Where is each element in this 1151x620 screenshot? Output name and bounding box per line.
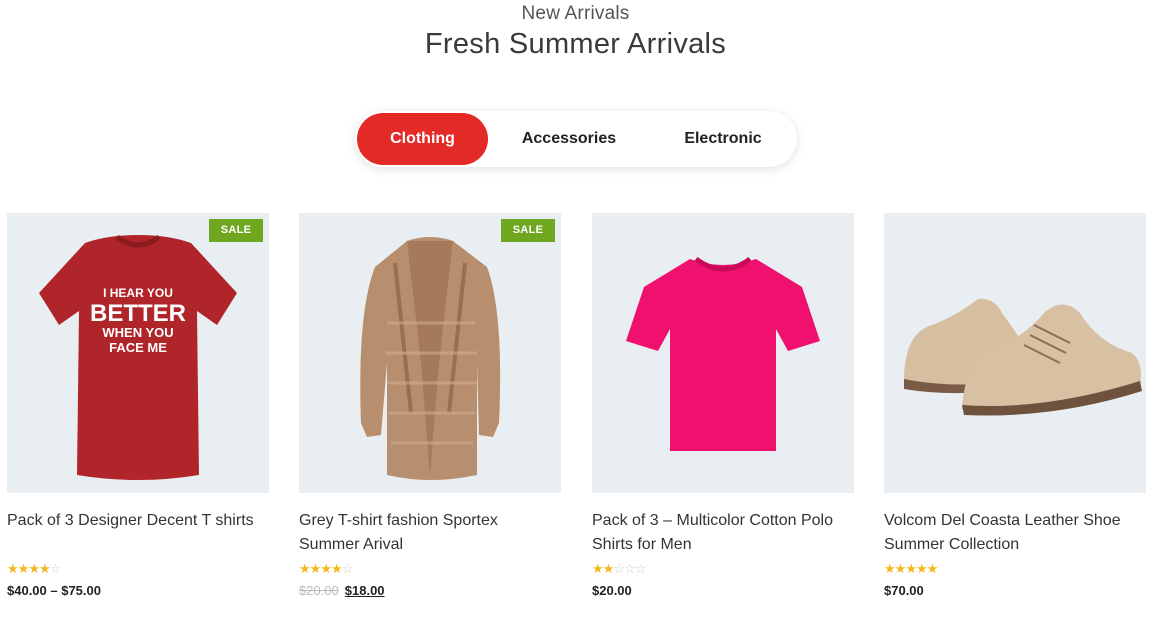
star-filled-icon: ★ [299,561,311,576]
star-filled-icon: ★ [28,561,40,576]
tshirt-print-line-4: FACE ME [109,340,167,355]
star-filled-icon: ★ [894,561,907,576]
star-filled-icon: ★ [320,561,332,576]
product-title[interactable]: Grey T-shirt fashion Sportex Summer Ariv… [299,509,561,557]
product-title[interactable]: Volcom Del Coasta Leather Shoe Summer Co… [884,509,1146,557]
rating-stars: ★★★★☆ [299,562,561,575]
product-price: $40.00 – $75.00 [7,583,101,598]
star-empty-icon: ☆ [623,561,636,576]
tshirt-print-line-3: WHEN YOU [102,325,173,340]
product-card[interactable]: I HEAR YOU BETTER WHEN YOU FACE ME SALE … [7,213,269,598]
star-filled-icon: ★ [915,561,928,576]
original-price: $20.00 [299,583,339,598]
star-filled-icon: ★ [905,561,917,576]
tab-accessories[interactable]: Accessories [503,113,635,165]
rating-stars: ★★★★★ [884,562,1146,575]
star-filled-icon: ★ [330,561,343,576]
product-card[interactable]: Pack of 3 – Multicolor Cotton Polo Shirt… [592,213,854,598]
product-card[interactable]: Volcom Del Coasta Leather Shoe Summer Co… [884,213,1146,598]
product-price: $20.00 $18.00 [299,583,561,598]
tshirt-print-line-1: I HEAR YOU [103,286,173,300]
product-image[interactable]: I HEAR YOU BETTER WHEN YOU FACE ME SALE [7,213,269,493]
star-filled-icon: ★ [38,561,51,576]
category-tabs: Clothing Accessories Electronic [355,111,797,167]
star-filled-icon: ★ [7,561,19,576]
rating-stars: ★★★★☆ [7,562,269,575]
star-empty-icon: ☆ [49,561,62,576]
shoes-image [904,298,1142,416]
star-filled-icon: ★ [592,561,604,576]
product-card[interactable]: SALE Grey T-shirt fashion Sportex Summer… [299,213,561,598]
product-price: $20.00 [592,583,632,598]
star-filled-icon: ★ [602,561,615,576]
product-image[interactable]: SALE [299,213,561,493]
star-empty-icon: ☆ [634,561,647,576]
sale-price: $18.00 [344,583,385,598]
product-title[interactable]: Pack of 3 – Multicolor Cotton Polo Shirt… [592,509,854,557]
sale-badge: SALE [209,219,263,242]
product-title[interactable]: Pack of 3 Designer Decent T shirts [7,509,269,557]
star-empty-icon: ☆ [341,561,354,576]
product-price: $70.00 [884,583,924,598]
star-filled-icon: ★ [884,561,896,576]
product-image[interactable] [884,213,1146,493]
cardigan-image [360,237,501,480]
pink-tshirt-image [626,256,820,451]
red-tshirt-image: I HEAR YOU BETTER WHEN YOU FACE ME [39,234,237,480]
section-title: Fresh Summer Arrivals [424,28,727,60]
rating-stars: ★★☆☆☆ [592,562,854,575]
star-empty-icon: ☆ [613,561,625,576]
star-filled-icon: ★ [926,561,939,576]
star-filled-icon: ★ [309,561,322,576]
tab-clothing[interactable]: Clothing [357,113,488,165]
tab-electronic[interactable]: Electronic [653,113,793,165]
tshirt-print-line-2: BETTER [90,300,186,327]
product-image[interactable] [592,213,854,493]
section-eyebrow: New Arrivals [521,3,630,24]
sale-badge: SALE [501,219,555,242]
star-filled-icon: ★ [17,561,30,576]
